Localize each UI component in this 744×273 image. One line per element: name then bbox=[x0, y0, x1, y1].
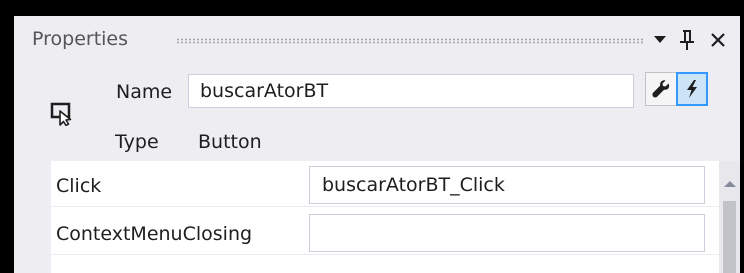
scrollbar-thumb[interactable] bbox=[723, 201, 736, 273]
auto-hide-pin-button[interactable] bbox=[674, 24, 700, 56]
scroll-up-button[interactable] bbox=[719, 177, 740, 191]
event-handler-field[interactable] bbox=[309, 166, 705, 204]
chevron-down-icon bbox=[654, 36, 666, 43]
titlebar-grip bbox=[176, 38, 644, 44]
lightning-bolt-icon bbox=[687, 80, 697, 98]
wrench-icon bbox=[652, 80, 670, 98]
event-handler-field[interactable] bbox=[309, 214, 705, 252]
name-label: Name bbox=[116, 81, 173, 103]
panel-title: Properties bbox=[32, 28, 129, 50]
pin-icon bbox=[680, 30, 694, 50]
type-value: Button bbox=[198, 131, 262, 153]
name-field[interactable] bbox=[188, 74, 634, 108]
event-row-click: Click bbox=[51, 166, 719, 207]
event-label: Click bbox=[56, 175, 102, 197]
vertical-scrollbar[interactable] bbox=[719, 161, 740, 273]
properties-view-button[interactable] bbox=[645, 72, 677, 106]
type-label: Type bbox=[115, 131, 159, 153]
properties-titlebar[interactable]: Properties bbox=[14, 16, 740, 68]
object-selector-icon bbox=[50, 102, 72, 126]
window-position-dropdown-button[interactable] bbox=[647, 24, 673, 56]
event-label: ContextMenuClosing bbox=[56, 223, 253, 245]
arrow-up-icon bbox=[723, 181, 736, 187]
event-row-contextmenuclosing: ContextMenuClosing bbox=[51, 214, 719, 255]
events-view-button[interactable] bbox=[676, 72, 708, 106]
close-button[interactable] bbox=[705, 24, 731, 56]
events-grid: Click ContextMenuClosing bbox=[51, 161, 719, 273]
properties-window: Properties Name buscarAtorBT Type Button… bbox=[14, 16, 740, 273]
close-icon bbox=[711, 33, 725, 47]
